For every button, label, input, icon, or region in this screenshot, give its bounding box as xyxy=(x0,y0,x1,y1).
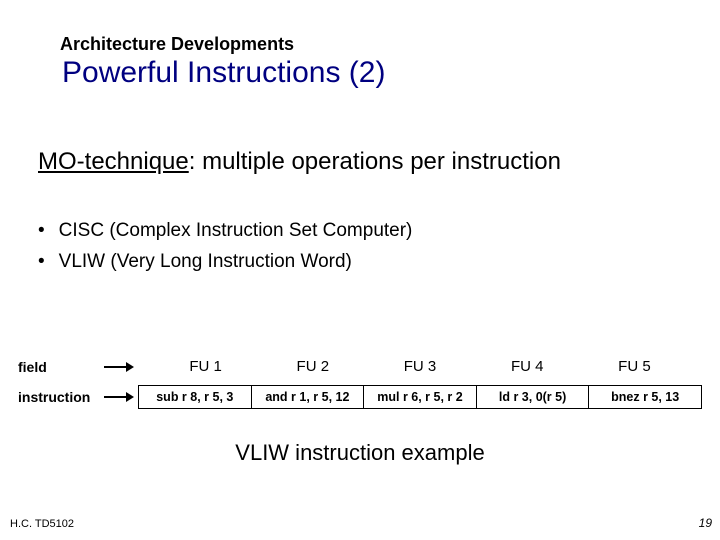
subtitle-term: MO-technique xyxy=(38,148,189,175)
bullet-item: VLIW (Very Long Instruction Word) xyxy=(38,249,412,276)
mo-technique-line: MO-technique: multiple operations per in… xyxy=(38,148,561,176)
arrow-icon xyxy=(104,391,138,403)
subtitle-rest: : multiple operations per instruction xyxy=(189,148,561,175)
page-number: 19 xyxy=(699,516,712,530)
field-cell: FU 3 xyxy=(366,358,473,375)
field-label: field xyxy=(18,359,104,375)
instruction-label: instruction xyxy=(18,389,104,405)
instruction-cell: sub r 8, r 5, 3 xyxy=(139,386,252,408)
footer-left: H.C. TD5102 xyxy=(10,518,74,530)
field-cells: FU 1 FU 2 FU 3 FU 4 FU 5 xyxy=(138,358,702,375)
vliw-diagram: field FU 1 FU 2 FU 3 FU 4 FU 5 instructi… xyxy=(18,358,702,419)
field-cell: FU 4 xyxy=(474,358,581,375)
instruction-cell: mul r 6, r 5, r 2 xyxy=(364,386,477,408)
instruction-cell: bnez r 5, 13 xyxy=(589,386,701,408)
field-cell: FU 5 xyxy=(581,358,688,375)
field-row: field FU 1 FU 2 FU 3 FU 4 FU 5 xyxy=(18,358,702,375)
field-cell: FU 1 xyxy=(152,358,259,375)
arrow-icon xyxy=(104,361,138,373)
slide-title: Powerful Instructions (2) xyxy=(62,56,385,90)
diagram-caption: VLIW instruction example xyxy=(0,440,720,466)
bullet-item: CISC (Complex Instruction Set Computer) xyxy=(38,218,412,245)
instruction-cell: ld r 3, 0(r 5) xyxy=(477,386,590,408)
instruction-row: instruction sub r 8, r 5, 3 and r 1, r 5… xyxy=(18,385,702,409)
instruction-cell: and r 1, r 5, 12 xyxy=(252,386,365,408)
kicker-text: Architecture Developments xyxy=(60,34,294,55)
slide: Architecture Developments Powerful Instr… xyxy=(0,0,720,540)
bullet-list: CISC (Complex Instruction Set Computer) … xyxy=(38,218,412,279)
instruction-cells: sub r 8, r 5, 3 and r 1, r 5, 12 mul r 6… xyxy=(138,385,702,409)
field-cell: FU 2 xyxy=(259,358,366,375)
